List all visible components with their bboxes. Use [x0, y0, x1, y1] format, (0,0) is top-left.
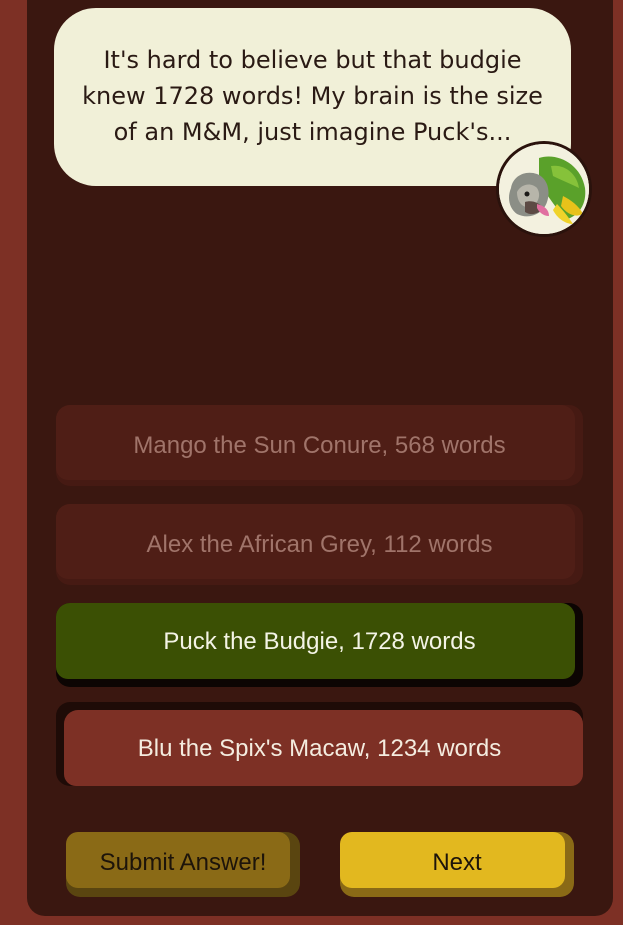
answer-option-mango[interactable]: Mango the Sun Conure, 568 words	[56, 405, 583, 486]
answer-option-label: Blu the Spix's Macaw, 1234 words	[137, 734, 502, 762]
submit-answer-label: Submit Answer!	[99, 849, 267, 876]
next-button[interactable]: Next	[340, 832, 574, 897]
answer-option-label: Mango the Sun Conure, 568 words	[133, 432, 506, 459]
answer-option-blu[interactable]: Blu the Spix's Macaw, 1234 words	[56, 702, 583, 786]
next-label: Next	[432, 849, 482, 876]
answer-option-label: Puck the Budgie, 1728 words	[163, 627, 476, 655]
answer-option-puck[interactable]: Puck the Budgie, 1728 words	[56, 603, 583, 687]
answer-option-label: Alex the African Grey, 112 words	[146, 531, 493, 558]
submit-answer-button[interactable]: Submit Answer!	[66, 832, 300, 897]
parrot-avatar-icon	[496, 141, 592, 237]
speech-text: It's hard to believe but that budgie kne…	[82, 46, 543, 146]
answer-option-alex[interactable]: Alex the African Grey, 112 words	[56, 504, 583, 585]
speech-bubble: It's hard to believe but that budgie kne…	[54, 8, 571, 186]
